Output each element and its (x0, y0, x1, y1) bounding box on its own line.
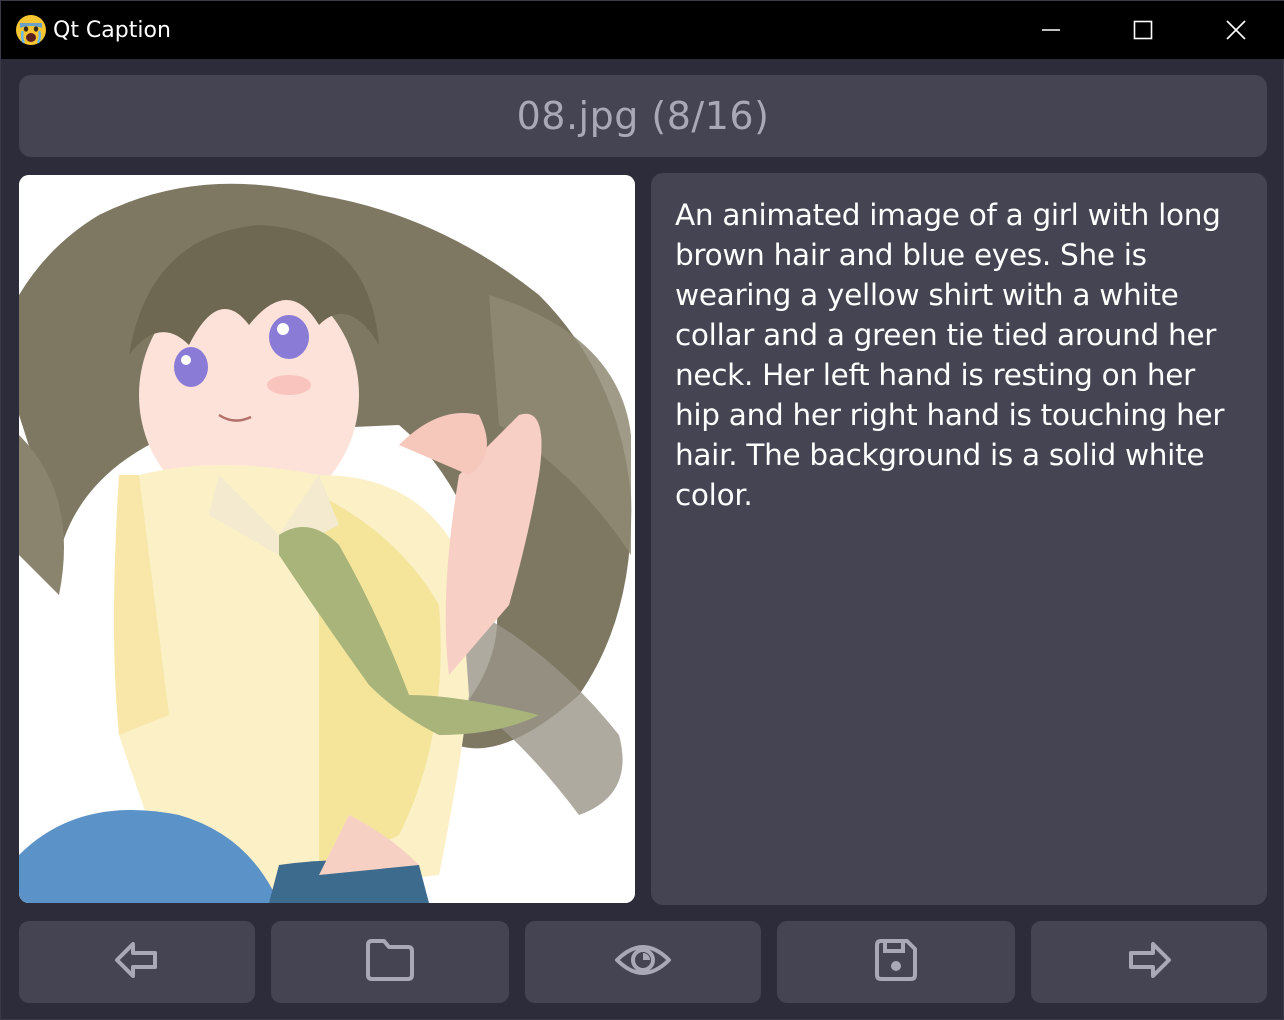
save-icon (873, 937, 919, 987)
maximize-button[interactable] (1097, 1, 1189, 59)
image-preview (19, 175, 635, 903)
close-button[interactable] (1190, 1, 1282, 59)
caption-panel[interactable]: An animated image of a girl with long br… (651, 173, 1267, 905)
title-bar[interactable]: Qt Caption (1, 1, 1284, 59)
window-title: Qt Caption (53, 18, 171, 43)
close-icon (1225, 19, 1247, 41)
previous-button[interactable] (19, 921, 255, 1003)
minimize-button[interactable] (1005, 1, 1097, 59)
view-button[interactable] (525, 921, 761, 1003)
caption-text[interactable]: An animated image of a girl with long br… (675, 195, 1247, 515)
save-button[interactable] (777, 921, 1015, 1003)
arrow-left-icon (113, 938, 161, 986)
anime-girl-portrait-image (19, 175, 635, 903)
next-button[interactable] (1031, 921, 1267, 1003)
app-window: Qt Caption 08.jpg (8/16) An animated ima… (0, 0, 1284, 1020)
open-folder-button[interactable] (271, 921, 509, 1003)
minimize-icon (1041, 20, 1061, 40)
crying-face-emoji-icon (15, 14, 47, 46)
maximize-icon (1133, 20, 1153, 40)
folder-icon (364, 937, 416, 987)
arrow-right-icon (1125, 938, 1173, 986)
eye-icon (614, 940, 672, 984)
filename-counter-label: 08.jpg (8/16) (516, 94, 770, 138)
filename-header: 08.jpg (8/16) (19, 75, 1267, 157)
